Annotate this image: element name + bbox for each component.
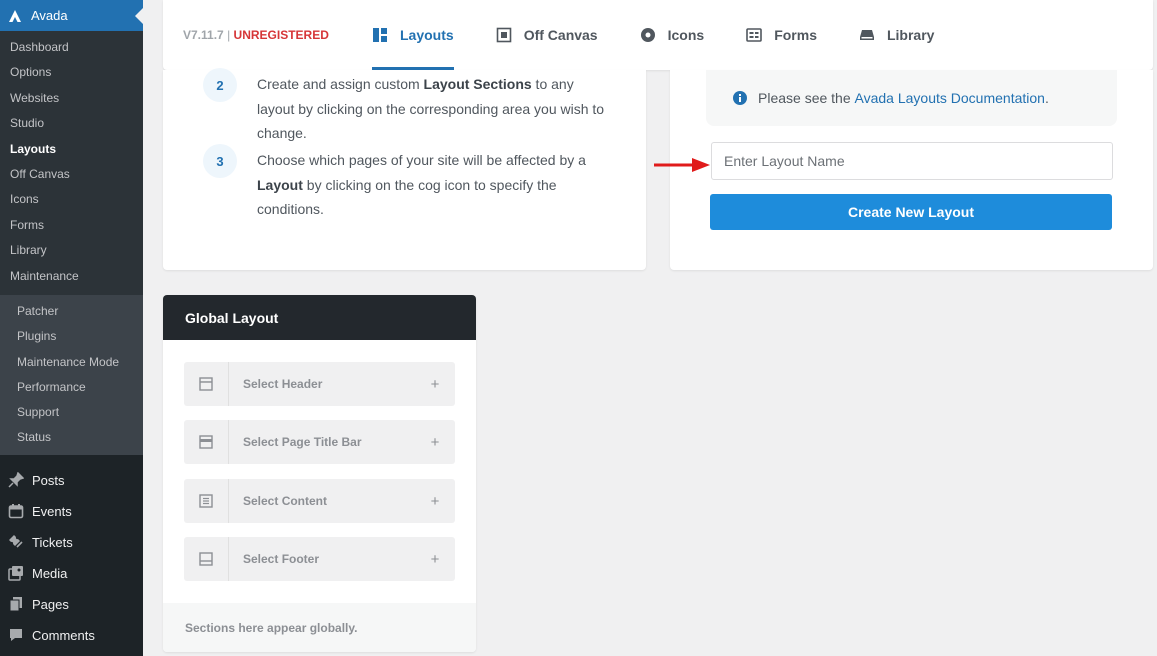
add-page-title-bar-icon[interactable]: + [415,434,455,451]
tab-label: Library [886,27,935,43]
submenu-layouts[interactable]: Layouts [0,137,143,162]
section-label: Select Footer [243,552,320,566]
info-icon [732,90,748,106]
off-canvas-icon [496,27,512,43]
avada-logo-icon [8,9,22,23]
media-icon [8,565,24,581]
sidebar-item-posts[interactable]: Posts [0,465,143,496]
documentation-link[interactable]: Avada Layouts Documentation [855,90,1045,106]
sidebar-item-media[interactable]: Media [0,558,143,589]
ticket-icon [8,534,24,550]
submenu-studio[interactable]: Studio [0,111,143,136]
tab-label: Icons [667,27,705,43]
global-layout-card: Global Layout Select Header + Select Pag… [163,295,476,652]
submenu-icons[interactable]: Icons [0,187,143,212]
sidebar-item-label: Media [32,565,68,581]
submenu-maintenance[interactable]: Maintenance [0,264,143,289]
registration-status[interactable]: UNREGISTERED [234,28,329,42]
sidebar-item-events[interactable]: Events [0,496,143,527]
sidebar-item-tickets[interactable]: Tickets [0,527,143,558]
content-icon [184,479,229,523]
step-number: 3 [203,144,237,178]
avada-submenu: Dashboard Options Websites Studio Layout… [0,31,143,295]
sidebar-item-label: Events [32,503,72,519]
comment-icon [8,627,24,643]
submenu-status[interactable]: Status [0,425,143,450]
sidebar-brand-label: Avada [31,8,68,23]
select-page-title-bar-row[interactable]: Select Page Title Bar + [184,420,455,464]
tab-forms[interactable]: Forms [746,0,817,70]
tab-layouts[interactable]: Layouts [372,0,454,70]
notice-text: Please see the [758,90,855,106]
version-label: V7.11.7 [183,28,224,42]
layouts-icon [372,27,388,43]
submenu-forms[interactable]: Forms [0,213,143,238]
step-text: Create and assign custom Layout Sections… [257,76,605,141]
icons-icon [640,27,656,43]
tab-icons[interactable]: Icons [640,0,705,70]
tab-off-canvas[interactable]: Off Canvas [496,0,598,70]
documentation-notice: Please see the Avada Layouts Documentati… [706,70,1117,126]
submenu-patcher[interactable]: Patcher [0,299,143,324]
submenu-dashboard[interactable]: Dashboard [0,35,143,60]
global-layout-title: Global Layout [163,295,476,340]
sidebar-item-label: Comments [32,627,95,643]
select-content-row[interactable]: Select Content + [184,479,455,523]
footer-icon [184,537,229,581]
step-2: 2 Create and assign custom Layout Sectio… [203,68,612,146]
sidebar-item-comments[interactable]: Comments [0,620,143,651]
section-label: Select Header [243,377,323,391]
main-menu: Posts Events Tickets Media Pages Comment… [0,455,143,651]
select-header-row[interactable]: Select Header + [184,362,455,406]
section-label: Select Content [243,494,328,508]
tab-label: Forms [774,27,817,43]
submenu-plugins[interactable]: Plugins [0,324,143,349]
maintenance-submenu: Patcher Plugins Maintenance Mode Perform… [0,294,143,455]
library-icon [859,27,875,43]
tab-library[interactable]: Library [859,0,934,70]
section-label: Select Page Title Bar [243,435,362,449]
select-footer-row[interactable]: Select Footer + [184,537,455,581]
step-3: 3 Choose which pages of your site will b… [203,144,612,222]
create-layout-card: Please see the Avada Layouts Documentati… [670,70,1153,270]
forms-icon [746,27,762,43]
sidebar-item-pages[interactable]: Pages [0,589,143,620]
submenu-options[interactable]: Options [0,60,143,85]
submenu-support[interactable]: Support [0,400,143,425]
version-separator: | [227,28,231,42]
page-title-bar-icon [184,420,229,464]
create-new-layout-button[interactable]: Create New Layout [710,194,1112,230]
tab-label: Layouts [400,27,454,43]
submenu-maintenance-mode[interactable]: Maintenance Mode [0,350,143,375]
sidebar-item-label: Posts [32,472,65,488]
layout-name-input[interactable] [711,142,1113,180]
add-footer-icon[interactable]: + [415,551,455,568]
submenu-off-canvas[interactable]: Off Canvas [0,162,143,187]
admin-sidebar: Avada Dashboard Options Websites Studio … [0,0,143,656]
notice-end: . [1044,90,1049,106]
add-header-icon[interactable]: + [415,376,455,393]
layout-steps-card: 2 Create and assign custom Layout Sectio… [163,68,646,270]
sidebar-item-label: Pages [32,596,69,612]
header-icon [184,362,229,406]
submenu-library[interactable]: Library [0,238,143,263]
sidebar-item-label: Tickets [32,534,73,550]
sidebar-item-avada[interactable]: Avada [0,0,143,31]
pin-icon [8,472,24,488]
calendar-icon [8,503,24,519]
add-content-icon[interactable]: + [415,493,455,510]
tab-label: Off Canvas [523,27,598,43]
global-layout-footer-note: Sections here appear globally. [163,603,476,652]
version-status: V7.11.7 | UNREGISTERED [183,28,372,42]
avada-tab-bar: V7.11.7 | UNREGISTERED Layouts Off Canva… [163,0,1153,70]
step-number: 2 [203,68,237,102]
submenu-websites[interactable]: Websites [0,86,143,111]
annotation-arrow-icon [654,158,710,172]
step-text: Choose which pages of your site will be … [257,152,586,217]
submenu-performance[interactable]: Performance [0,375,143,400]
pages-icon [8,596,24,612]
